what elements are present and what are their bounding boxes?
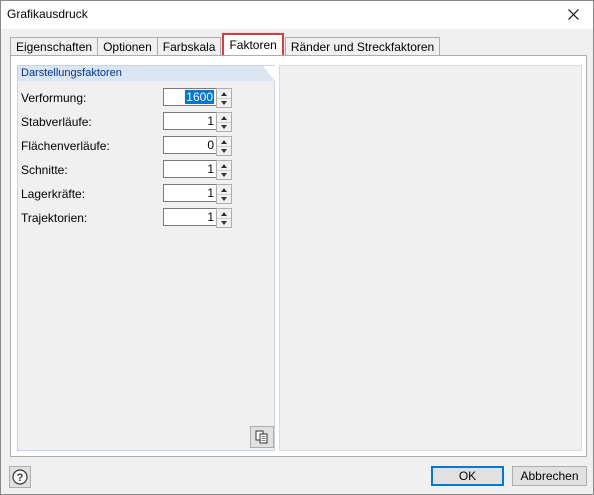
field-label: Trajektorien: <box>21 211 88 225</box>
tab-strip: Eigenschaften Optionen Farbskala Faktore… <box>10 33 441 55</box>
dialog-window: Grafikausdruck Eigenschaften Optionen Fa… <box>0 0 594 495</box>
svg-text:?: ? <box>17 472 24 484</box>
close-button[interactable] <box>559 3 587 25</box>
selected-value: 1600 <box>185 90 214 104</box>
arrow-up-icon <box>221 139 227 144</box>
flaechenverlaeufe-spinner: 0 <box>163 136 232 156</box>
tab-eigenschaften[interactable]: Eigenschaften <box>10 37 99 55</box>
field-label: Lagerkräfte: <box>21 187 86 201</box>
stabverlaeufe-spinner: 1 <box>163 112 232 132</box>
spin-buttons <box>216 184 232 204</box>
lagerkraefte-spinner: 1 <box>163 184 232 204</box>
field-label: Schnitte: <box>21 163 68 177</box>
tab-raender-streckfaktoren[interactable]: Ränder und Streckfaktoren <box>284 37 441 55</box>
field-label: Flächenverläufe: <box>21 139 110 153</box>
spin-down-button[interactable] <box>217 122 231 131</box>
field-row-stabverlaeufe: Stabverläufe: 1 <box>21 112 271 132</box>
preview-panel <box>279 65 582 451</box>
arrow-up-icon <box>221 187 227 192</box>
tab-page-faktoren: Darstellungsfaktoren Verformung: 1600 St… <box>10 55 587 457</box>
trajektorien-input[interactable]: 1 <box>163 208 217 226</box>
verformung-input[interactable]: 1600 <box>163 88 217 106</box>
arrow-down-icon <box>221 196 227 201</box>
field-label: Verformung: <box>21 91 87 105</box>
spin-down-button[interactable] <box>217 98 231 107</box>
spin-buttons <box>216 208 232 228</box>
title-bar: Grafikausdruck <box>1 1 593 29</box>
arrow-down-icon <box>221 220 227 225</box>
spin-down-button[interactable] <box>217 146 231 155</box>
trajektorien-spinner: 1 <box>163 208 232 228</box>
flaechenverlaeufe-input[interactable]: 0 <box>163 136 217 154</box>
schnitte-spinner: 1 <box>163 160 232 180</box>
arrow-up-icon <box>221 91 227 96</box>
lagerkraefte-input[interactable]: 1 <box>163 184 217 202</box>
help-icon: ? <box>12 469 28 485</box>
help-button[interactable]: ? <box>9 466 31 488</box>
field-row-schnitte: Schnitte: 1 <box>21 160 271 180</box>
spin-down-button[interactable] <box>217 170 231 179</box>
arrow-down-icon <box>221 100 227 105</box>
field-row-flaechenverlaeufe: Flächenverläufe: 0 <box>21 136 271 156</box>
arrow-up-icon <box>221 163 227 168</box>
group-header: Darstellungsfaktoren <box>18 66 275 81</box>
field-row-verformung: Verformung: 1600 <box>21 88 271 108</box>
arrow-down-icon <box>221 172 227 177</box>
spin-buttons <box>216 88 232 108</box>
spin-buttons <box>216 160 232 180</box>
close-icon <box>567 8 579 20</box>
spin-buttons <box>216 112 232 132</box>
cancel-button[interactable]: Abbrechen <box>512 466 587 486</box>
group-darstellungsfaktoren: Darstellungsfaktoren Verformung: 1600 St… <box>17 65 275 451</box>
spin-buttons <box>216 136 232 156</box>
spin-down-button[interactable] <box>217 218 231 227</box>
group-title: Darstellungsfaktoren <box>21 67 122 79</box>
arrow-up-icon <box>221 211 227 216</box>
copy-values-button[interactable] <box>250 426 274 448</box>
field-row-lagerkraefte: Lagerkräfte: 1 <box>21 184 271 204</box>
stabverlaeufe-input[interactable]: 1 <box>163 112 217 130</box>
tab-faktoren[interactable]: Faktoren <box>222 33 284 55</box>
schnitte-input[interactable]: 1 <box>163 160 217 178</box>
arrow-down-icon <box>221 124 227 129</box>
verformung-spinner: 1600 <box>163 88 232 108</box>
arrow-up-icon <box>221 115 227 120</box>
tab-optionen[interactable]: Optionen <box>97 37 158 55</box>
spin-down-button[interactable] <box>217 194 231 203</box>
window-title: Grafikausdruck <box>7 7 88 21</box>
copy-values-icon <box>255 430 268 444</box>
header-corner <box>263 66 275 81</box>
field-label: Stabverläufe: <box>21 115 92 129</box>
tab-farbskala[interactable]: Farbskala <box>156 37 222 55</box>
arrow-down-icon <box>221 148 227 153</box>
ok-button[interactable]: OK <box>431 466 504 486</box>
field-row-trajektorien: Trajektorien: 1 <box>21 208 271 228</box>
